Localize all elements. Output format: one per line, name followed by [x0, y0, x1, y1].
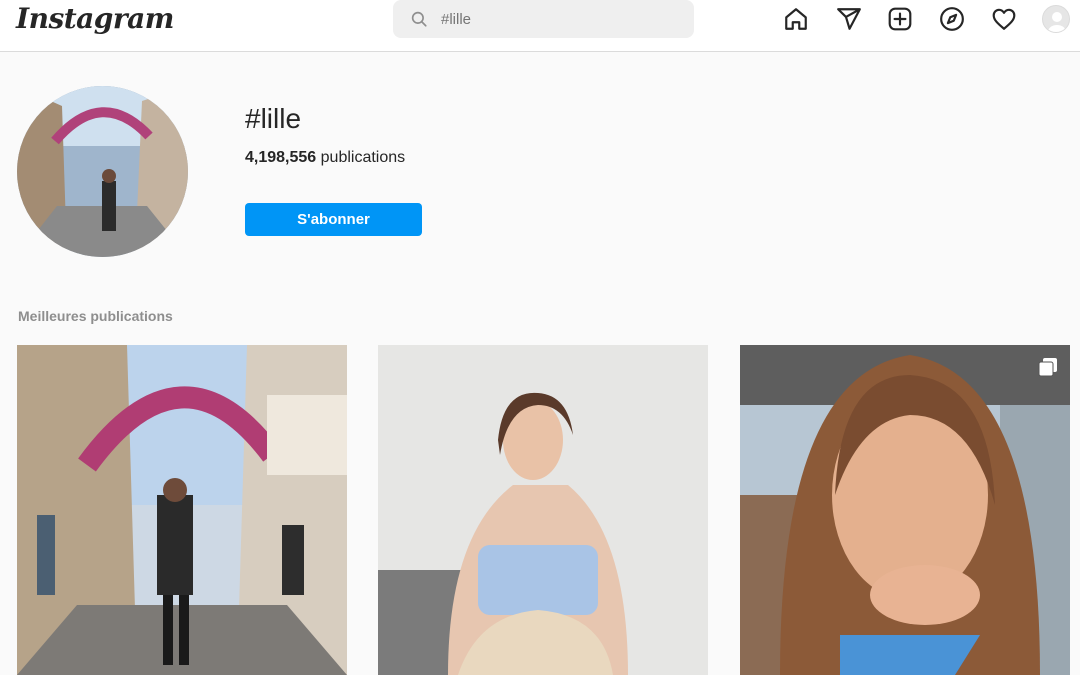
search-box[interactable] [393, 0, 694, 38]
post-thumbnail[interactable] [17, 345, 347, 675]
publication-count-value: 4,198,556 [245, 149, 317, 166]
street-photo [17, 345, 347, 675]
hashtag-title: #lille [245, 103, 302, 134]
avatar-placeholder-icon [1048, 12, 1066, 32]
portrait-photo [378, 345, 708, 675]
multiple-images-icon [1038, 358, 1057, 377]
top-navigation-bar: Instagram [0, 0, 1080, 52]
activity-button[interactable] [990, 5, 1018, 33]
profile-avatar[interactable] [1042, 5, 1070, 33]
instagram-logo[interactable]: Instagram [16, 2, 174, 35]
direct-button[interactable] [835, 5, 863, 33]
new-post-button[interactable] [886, 5, 914, 33]
search-input[interactable] [441, 8, 681, 30]
top-posts-heading: Meilleures publications [18, 308, 173, 324]
heart-icon [992, 8, 1016, 30]
direct-icon [837, 8, 861, 30]
new-post-icon [888, 7, 912, 31]
explore-button[interactable] [938, 5, 966, 33]
home-icon [785, 8, 807, 30]
search-icon [411, 11, 427, 27]
post-thumbnail[interactable] [740, 345, 1070, 675]
street-photo-thumbnail [17, 86, 188, 257]
selfie-photo [740, 345, 1070, 675]
post-thumbnail[interactable] [378, 345, 708, 675]
explore-icon [940, 7, 964, 31]
follow-button[interactable]: S'abonner [245, 203, 422, 236]
home-button[interactable] [782, 5, 810, 33]
publication-count: 4,198,556 publications [245, 149, 405, 167]
publication-count-label: publications [320, 149, 406, 166]
hashtag-profile-image [17, 86, 188, 257]
